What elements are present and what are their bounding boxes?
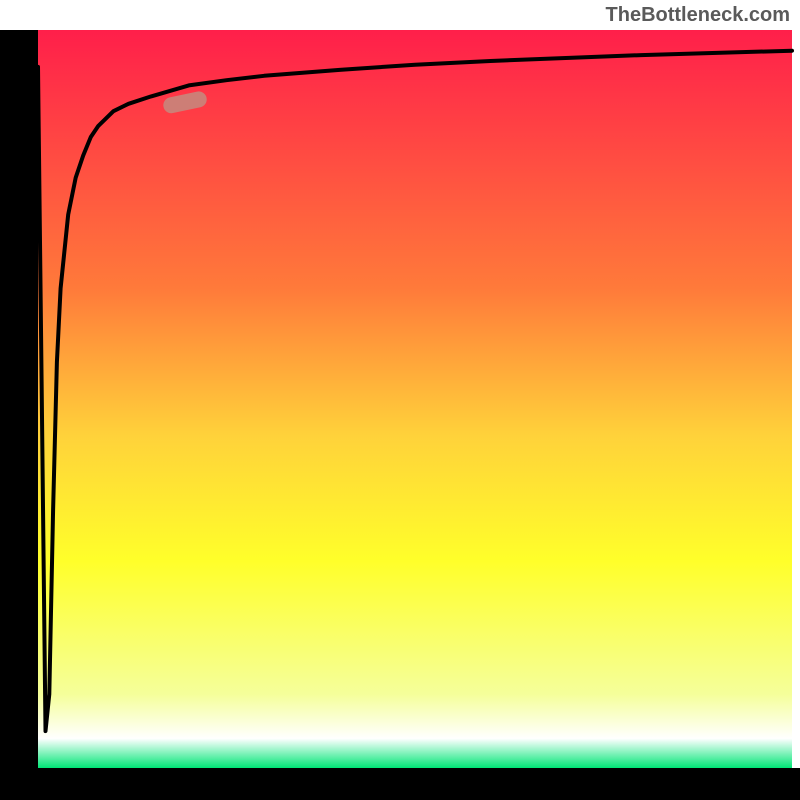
bottleneck-chart (0, 0, 800, 800)
x-axis (0, 768, 800, 800)
y-axis (0, 30, 38, 800)
watermark-text: TheBottleneck.com (606, 4, 790, 27)
plot-background (38, 30, 792, 768)
